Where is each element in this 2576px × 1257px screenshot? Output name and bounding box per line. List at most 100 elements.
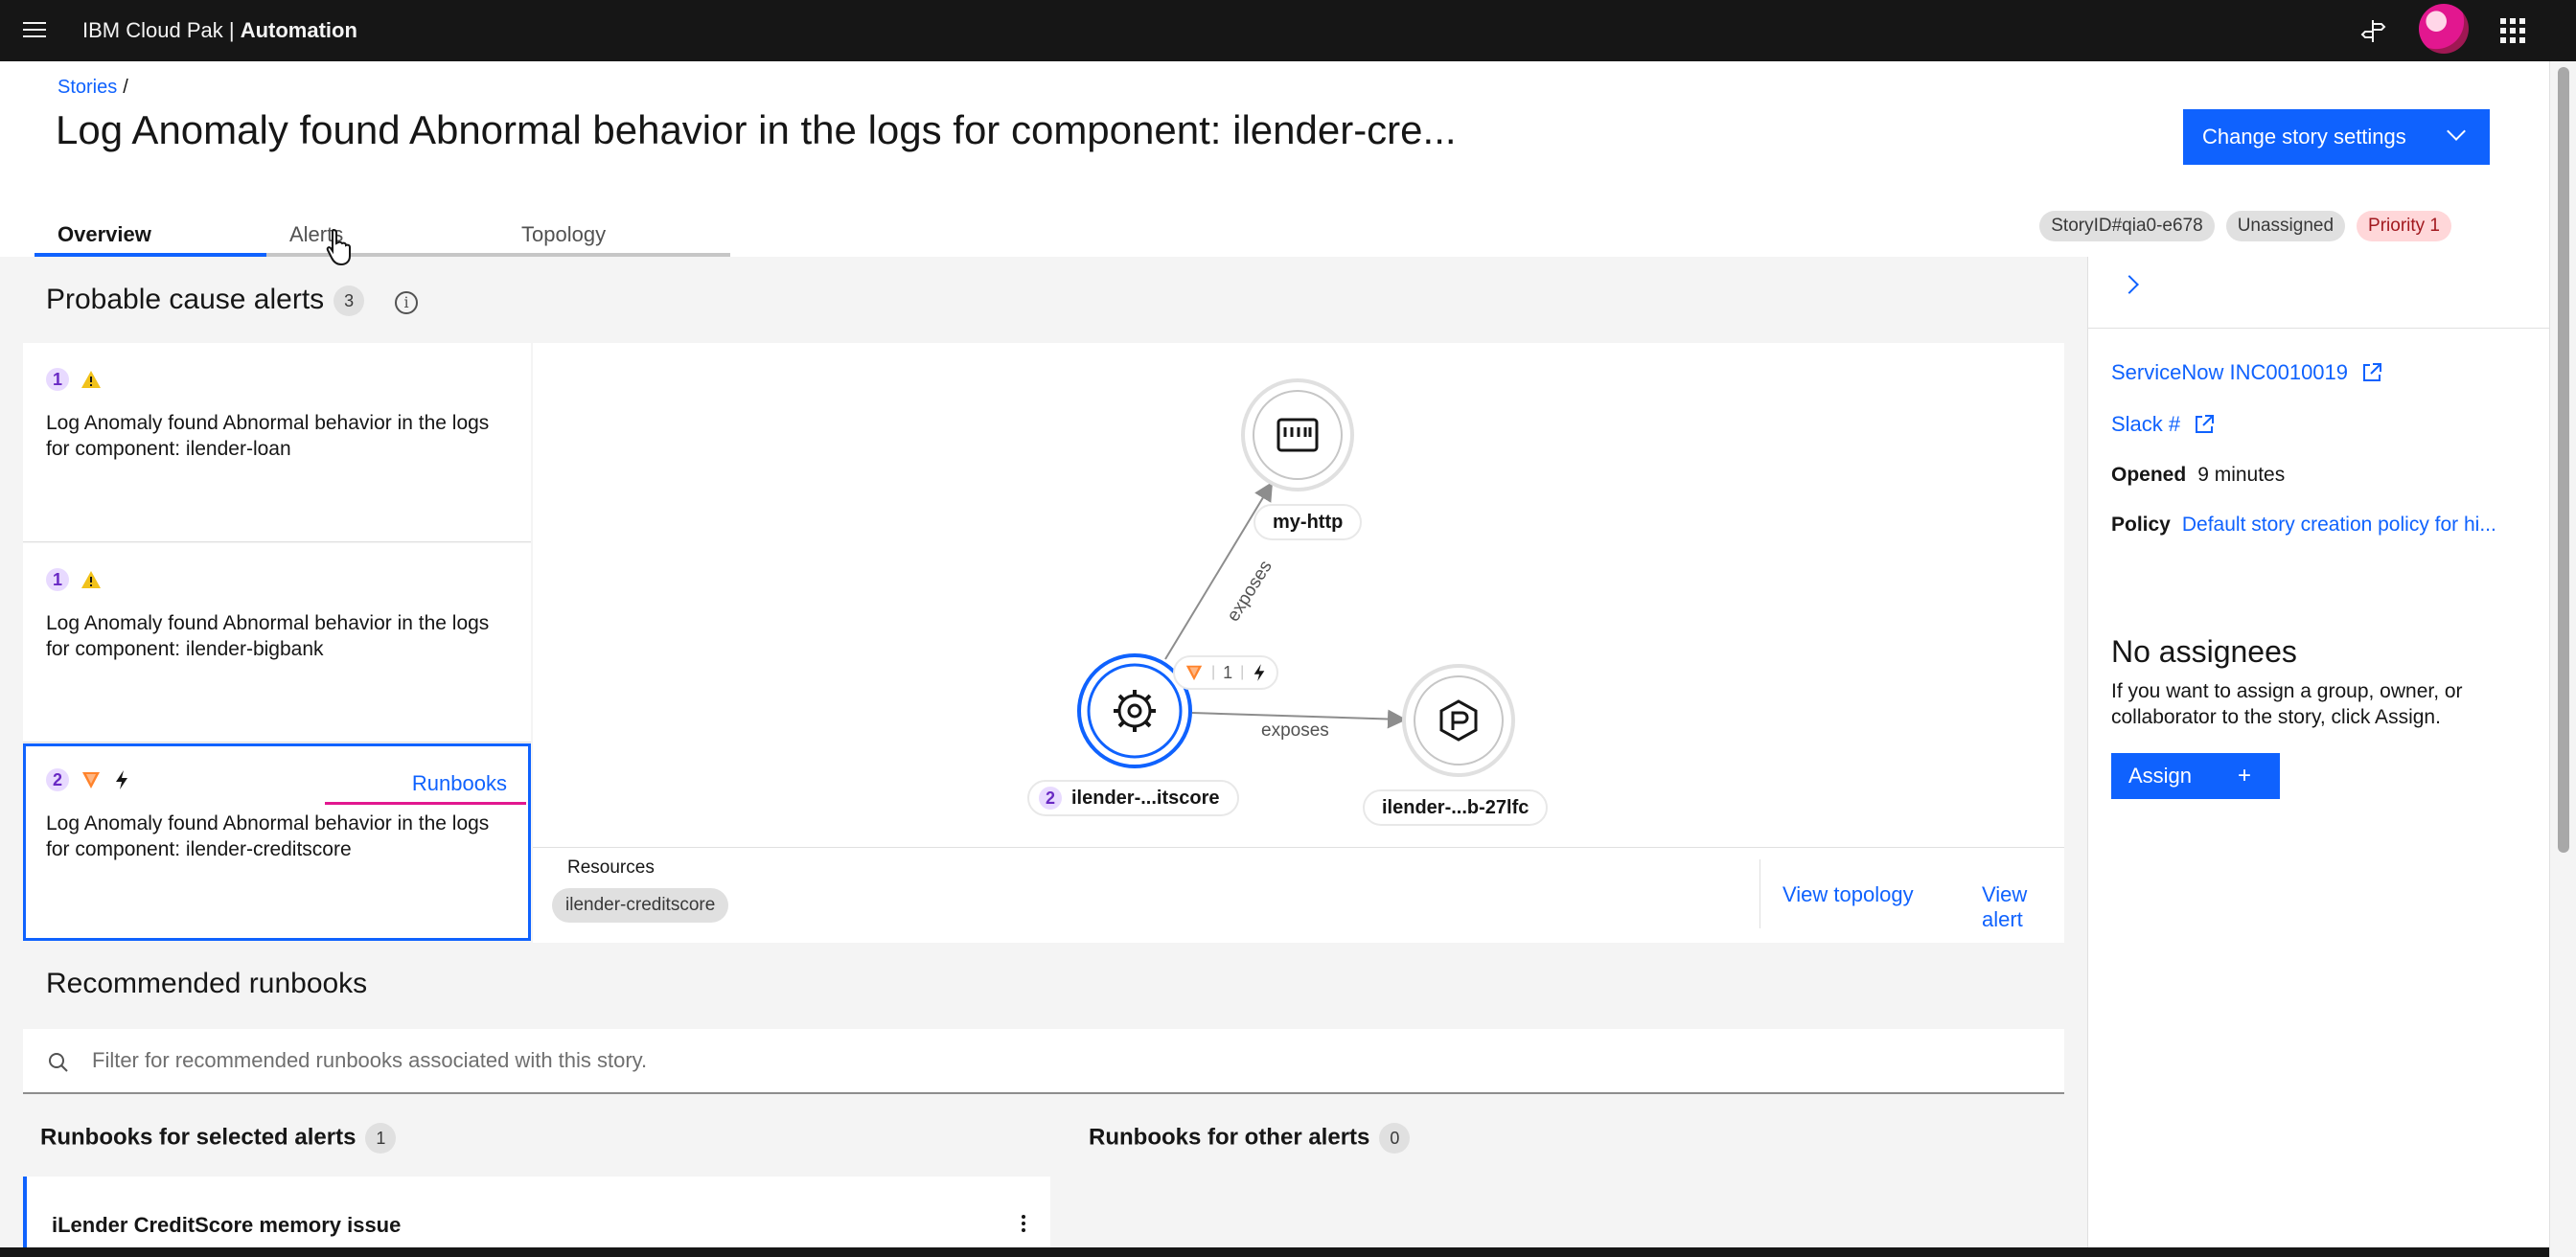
breadcrumb: Stories / [58, 77, 128, 99]
runbook-search-input[interactable]: Filter for recommended runbooks associat… [23, 1029, 2064, 1094]
assignment-tag: Unassigned [2225, 211, 2346, 241]
alert-card[interactable]: 1 Log Anomaly found Abnormal behavior in… [23, 343, 531, 542]
node-status-badge: | 1 | [1173, 655, 1279, 690]
breadcrumb-stories-link[interactable]: Stories [58, 77, 117, 98]
warning-icon [81, 571, 101, 588]
change-story-settings-button[interactable]: Change story settings [2183, 109, 2490, 165]
product-name[interactable]: IBM Cloud Pak | Automation [82, 15, 357, 46]
search-icon [49, 1053, 68, 1072]
probable-cause-title: Probable cause alerts [46, 284, 325, 315]
alert-description: Log Anomaly found Abnormal behavior in t… [46, 812, 490, 860]
severity-critical-icon [82, 772, 100, 788]
alert-description: Log Anomaly found Abnormal behavior in t… [46, 412, 490, 460]
probable-cause-heading: Probable cause alerts 3 [46, 284, 365, 317]
brand-product: Automation [240, 18, 357, 42]
probable-cause-count: 3 [334, 286, 365, 317]
runbooks-highlight [325, 802, 526, 805]
scrollbar-thumb[interactable] [2558, 67, 2569, 853]
node-ilender-pod[interactable] [1402, 664, 1515, 777]
priority-tag: Priority 1 [2357, 211, 2451, 241]
resource-chip[interactable]: ilender-creditscore [552, 888, 729, 923]
node-alert-badge: 2 [1039, 787, 1062, 810]
launch-icon [2196, 415, 2215, 433]
servicenow-link[interactable]: ServiceNow INC0010019 [2111, 360, 2382, 385]
menu-icon[interactable] [21, 17, 48, 44]
resources-label: Resources [567, 857, 655, 878]
node-label-text: my-http [1273, 512, 1344, 533]
story-tags: StoryID#qia0-e678 Unassigned Priority 1 [2039, 211, 2451, 241]
add-icon: + [2237, 763, 2251, 788]
slack-label: Slack # [2111, 412, 2181, 436]
runbooks-other-title: Runbooks for other alerts [1089, 1124, 1370, 1151]
recommended-runbooks-title: Recommended runbooks [46, 968, 368, 999]
breadcrumb-separator: / [123, 77, 128, 98]
runbooks-other-heading: Runbooks for other alerts 0 [1089, 1123, 1411, 1154]
assign-label: Assign [2128, 764, 2193, 788]
alert-card-selected[interactable]: 2 Runbooks Log Anomaly found Abnormal be… [23, 743, 531, 941]
story-id-tag: StoryID#qia0-e678 [2039, 211, 2215, 241]
node-my-http[interactable] [1241, 378, 1354, 491]
assign-button[interactable]: Assign + [2111, 753, 2280, 799]
change-story-settings-label: Change story settings [2202, 125, 2406, 149]
hand-cursor-icon [326, 228, 351, 266]
node-label-text: ilender-...itscore [1071, 788, 1220, 809]
alert-rank-badge: 1 [46, 368, 69, 391]
chevron-right-icon[interactable] [2120, 275, 2139, 294]
node-label-ilender-service[interactable]: 2 ilender-...itscore [1027, 780, 1239, 816]
page-title: Log Anomaly found Abnormal behavior in t… [56, 107, 1457, 152]
alert-description: Log Anomaly found Abnormal behavior in t… [46, 612, 490, 660]
alert-rank-badge: 2 [46, 768, 69, 791]
resources-bar: Resources ilender-creditscore View topol… [533, 847, 2064, 943]
runbooks-selected-count: 1 [365, 1123, 397, 1154]
runbooks-link[interactable]: Runbooks [412, 771, 507, 796]
info-icon[interactable]: i [395, 291, 418, 314]
runbooks-selected-title: Runbooks for selected alerts [40, 1124, 356, 1151]
policy-row: Policy Default story creation policy for … [2111, 514, 2496, 537]
runbook-card[interactable]: iLender CreditScore memory issue [23, 1177, 1050, 1257]
brand-prefix: IBM Cloud Pak | [82, 18, 235, 42]
edge-label: exposes [1261, 720, 1329, 741]
user-avatar[interactable] [2419, 4, 2469, 54]
view-alert-link[interactable]: View alert [1982, 882, 2064, 932]
page-scrollbar[interactable] [2549, 61, 2576, 1257]
servicenow-label: ServiceNow INC0010019 [2111, 360, 2349, 384]
runbook-name: iLender CreditScore memory issue [52, 1213, 402, 1237]
topology-edge [1191, 709, 1407, 729]
tab-list: Overview Alerts Topology [34, 211, 730, 257]
divider [2088, 328, 2550, 329]
policy-link[interactable]: Default story creation policy for hi... [2182, 514, 2496, 536]
page-header: Stories / Log Anomaly found Abnormal beha… [0, 61, 2549, 257]
launch-icon [2363, 363, 2382, 381]
topology-view[interactable]: exposes exposes | 1 | my-http 2 ilender-… [533, 343, 2064, 847]
alert-card[interactable]: 1 Log Anomaly found Abnormal behavior in… [23, 543, 531, 743]
top-header: IBM Cloud Pak | Automation [0, 0, 2576, 61]
opened-value: 9 minutes [2197, 464, 2286, 486]
slack-link[interactable]: Slack # [2111, 412, 2215, 437]
topology-graph: exposes exposes [1077, 378, 1515, 777]
app-switcher-icon[interactable] [2492, 10, 2534, 52]
node-label-text: ilender-...b-27lfc [1382, 797, 1530, 818]
alert-rank-badge: 1 [46, 568, 69, 591]
view-topology-link[interactable]: View topology [1782, 882, 1914, 907]
lightning-icon [1254, 664, 1265, 681]
signpost-icon[interactable] [2352, 10, 2394, 52]
assign-hint: If you want to assign a group, owner, or… [2111, 680, 2463, 728]
tab-alerts[interactable]: Alerts [266, 211, 498, 257]
story-details-panel: ServiceNow INC0010019 Slack # Opened 9 mi… [2087, 257, 2550, 1257]
node-label-my-http[interactable]: my-http [1254, 504, 1363, 540]
overflow-menu-icon[interactable] [1022, 1215, 1025, 1232]
bottom-edge [0, 1247, 2549, 1257]
node-label-ilender-pod[interactable]: ilender-...b-27lfc [1363, 789, 1549, 826]
tab-topology[interactable]: Topology [498, 211, 730, 257]
policy-label: Policy [2111, 514, 2171, 536]
runbooks-other-count: 0 [1379, 1123, 1411, 1154]
warning-icon [81, 371, 101, 388]
opened-row: Opened 9 minutes [2111, 464, 2285, 487]
opened-label: Opened [2111, 464, 2187, 486]
chevron-down-icon [2447, 122, 2466, 141]
tab-overview[interactable]: Overview [34, 211, 266, 257]
edge-label: exposes [1223, 557, 1276, 625]
runbooks-selected-heading: Runbooks for selected alerts 1 [40, 1123, 397, 1154]
severity-critical-icon [1185, 665, 1203, 681]
lightning-icon [116, 770, 127, 789]
